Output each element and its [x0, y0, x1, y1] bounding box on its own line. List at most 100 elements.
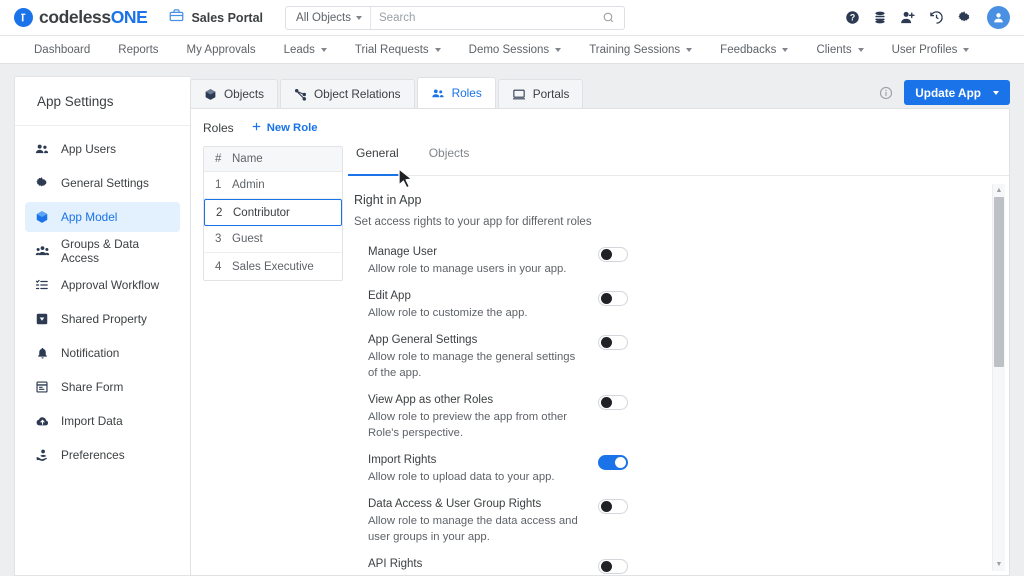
scroll-up-icon[interactable]: ▲ — [996, 184, 1003, 197]
toggle-import-rights[interactable] — [598, 455, 628, 471]
update-app-label: Update App — [915, 85, 981, 100]
nav-label: Reports — [118, 43, 159, 56]
sidebar-item-label: App Users — [61, 142, 117, 156]
toggle-knob — [600, 397, 612, 409]
brand-name: codelessONE — [39, 7, 148, 27]
nav-item-user-profiles[interactable]: User Profiles — [878, 36, 984, 63]
search-scope-dropdown[interactable]: All Objects — [286, 6, 371, 29]
database-icon[interactable] — [873, 10, 887, 25]
toggle-knob — [614, 457, 626, 469]
user-avatar[interactable] — [987, 6, 1010, 29]
chevron-down-icon — [356, 15, 362, 20]
sidebar-item-preferences[interactable]: Preferences — [25, 440, 180, 470]
sidebar-item-app-users[interactable]: App Users — [25, 134, 180, 164]
portal-selector[interactable]: Sales Portal — [169, 8, 263, 28]
caret-down-icon[interactable] — [993, 90, 999, 95]
scroll-down-icon[interactable]: ▼ — [996, 558, 1003, 571]
sidebar-item-label: Preferences — [61, 448, 125, 462]
right-description: Allow role to customize the app. — [368, 307, 528, 320]
tab-portals[interactable]: Portals — [497, 79, 584, 108]
right-name: App General Settings — [368, 334, 478, 347]
nav-item-clients[interactable]: Clients — [802, 36, 877, 63]
settings-gear-icon[interactable] — [957, 10, 972, 25]
right-row-edit-app: Edit App Allow role to customize the app… — [354, 290, 1009, 321]
sidebar-list: App Users General Settings App Model Gro… — [15, 126, 190, 470]
toggle-api-rights[interactable] — [598, 559, 628, 575]
right-name: Data Access & User Group Rights — [368, 498, 542, 511]
tab-general[interactable]: General — [348, 146, 411, 176]
nav-label: Trial Requests — [354, 43, 429, 56]
update-app-button[interactable]: Update App — [904, 80, 1010, 105]
sidebar-item-import-data[interactable]: Import Data — [25, 406, 180, 436]
section-title: Right in App — [354, 193, 422, 207]
global-search: All Objects — [285, 5, 626, 30]
scrollbar-track[interactable] — [993, 197, 1005, 558]
role-name: Guest — [232, 233, 263, 245]
nav-label: Demo Sessions — [468, 43, 550, 56]
toggle-view-app-as-other-roles[interactable] — [598, 395, 628, 411]
tab-objects[interactable]: Objects — [190, 79, 278, 108]
sidebar-item-groups-data-access[interactable]: Groups & Data Access — [25, 236, 180, 266]
rights-scroll-area: Right in App Set access rights to your a… — [354, 176, 1009, 575]
sidebar-item-share-form[interactable]: Share Form — [25, 372, 180, 402]
sidebar-item-label: Share Form — [61, 380, 124, 394]
table-row[interactable]: 1 Admin — [204, 172, 342, 199]
right-description: Allow role to manage the general setting… — [368, 351, 576, 380]
sidebar-item-general-settings[interactable]: General Settings — [25, 168, 180, 198]
preferences-icon — [34, 448, 50, 462]
right-description: Allow role to preview the app from other… — [368, 411, 568, 440]
toggle-data-access-user-group-rights[interactable] — [598, 499, 628, 515]
nav-item-feedbacks[interactable]: Feedbacks — [706, 36, 802, 63]
sidebar-item-approval-workflow[interactable]: Approval Workflow — [25, 270, 180, 300]
nav-item-dashboard[interactable]: Dashboard — [20, 36, 104, 63]
nav-item-reports[interactable]: Reports — [104, 36, 172, 63]
right-row-import-rights: Import Rights Allow role to upload data … — [354, 454, 1009, 485]
toggle-knob — [600, 293, 612, 305]
sidebar-item-notification[interactable]: Notification — [25, 338, 180, 368]
nav-label: Training Sessions — [589, 43, 681, 56]
nav-item-leads[interactable]: Leads — [270, 36, 341, 63]
scrollbar-thumb[interactable] — [994, 197, 1004, 367]
shared-property-icon — [34, 312, 50, 326]
add-user-icon[interactable] — [900, 10, 916, 25]
model-tabs: Objects Object Relations Roles Portals U… — [190, 76, 1010, 108]
tab-object-relations[interactable]: Object Relations — [280, 79, 415, 108]
nav-item-training-sessions[interactable]: Training Sessions — [575, 36, 706, 63]
sidebar-item-shared-property[interactable]: Shared Property — [25, 304, 180, 334]
right-name: API Rights — [368, 558, 423, 571]
toggle-manage-user[interactable] — [598, 247, 628, 262]
nav-item-my-approvals[interactable]: My Approvals — [173, 36, 270, 63]
history-icon[interactable] — [929, 10, 944, 25]
toggle-app-general-settings[interactable] — [598, 335, 628, 351]
nav-item-trial-requests[interactable]: Trial Requests — [341, 36, 455, 63]
right-description: Allow role to manage users in your app. — [368, 263, 567, 275]
help-icon[interactable]: ? — [845, 10, 860, 25]
nav-item-demo-sessions[interactable]: Demo Sessions — [455, 36, 576, 63]
sidebar-item-app-model[interactable]: App Model — [25, 202, 180, 232]
cube-icon — [204, 88, 217, 101]
tab-roles[interactable]: Roles — [416, 77, 496, 108]
codeless-one-logo-icon — [14, 8, 33, 27]
new-role-button[interactable]: New Role — [251, 121, 318, 135]
role-name: Sales Executive — [232, 260, 314, 273]
role-number: 4 — [215, 260, 222, 273]
section-subtitle: Set access rights to your app for differ… — [354, 216, 592, 228]
tab-objects-detail[interactable]: Objects — [427, 146, 482, 175]
toggle-edit-app[interactable] — [598, 291, 628, 307]
role-name: Contributor — [233, 206, 290, 219]
right-text: View App as other Roles Allow role to pr… — [368, 394, 580, 441]
roles-panel-main: # Name 1 Admin 2 Contributor 3 Guest 4 S… — [191, 146, 1009, 575]
rights-scrollbar[interactable]: ▲ ▼ — [992, 184, 1005, 571]
search-icon[interactable] — [593, 11, 624, 24]
portal-icon — [512, 88, 526, 101]
table-row[interactable]: 2 Contributor — [204, 199, 342, 226]
table-row[interactable]: 4 Sales Executive — [204, 253, 342, 280]
brand-logo[interactable]: codelessONE — [14, 7, 148, 28]
toggle-knob — [600, 561, 612, 573]
table-row[interactable]: 3 Guest — [204, 226, 342, 253]
search-input[interactable] — [371, 11, 594, 24]
main-navigation: Dashboard Reports My Approvals Leads Tri… — [0, 36, 1024, 64]
gear-icon — [34, 176, 50, 190]
info-icon[interactable] — [879, 86, 893, 100]
tabs-right-actions: Update App — [879, 80, 1010, 108]
